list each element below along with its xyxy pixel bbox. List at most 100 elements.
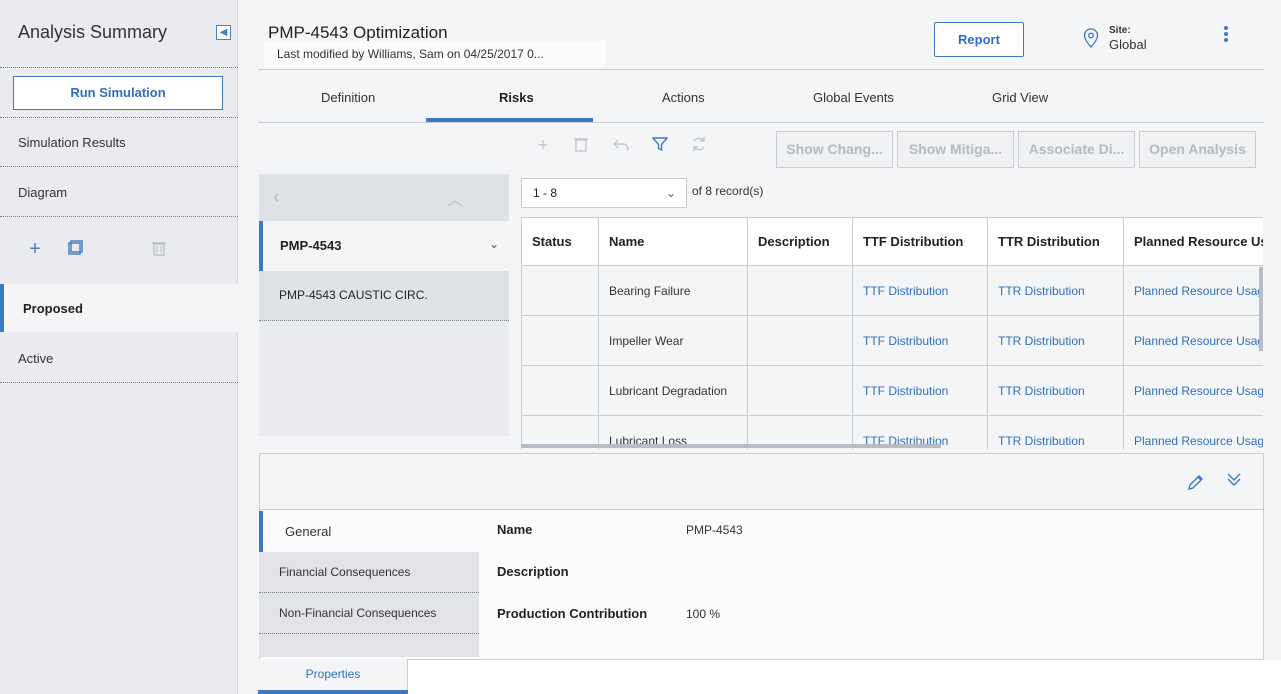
cell-description [747, 365, 853, 416]
planned-resource-link[interactable]: Planned Resource Usag [1123, 265, 1263, 316]
cell-status [521, 365, 599, 416]
filter-icon[interactable] [651, 136, 669, 154]
add-icon: + [537, 135, 549, 155]
add-icon[interactable]: + [26, 239, 44, 259]
chevron-up-icon: ︿ [447, 192, 464, 209]
cell-name: Bearing Failure [598, 265, 748, 316]
report-button[interactable]: Report [934, 22, 1024, 57]
ttf-link[interactable]: TTF Distribution [852, 315, 988, 366]
list-item-label: PMP-4543 CAUSTIC CIRC. [279, 288, 428, 302]
column-header-ttr[interactable]: TTR Distribution [987, 217, 1124, 266]
cell-status [521, 315, 599, 366]
table-row[interactable]: Lubricant Degradation TTF Distribution T… [521, 365, 1263, 416]
planned-resource-link[interactable]: Planned Resource Usag [1123, 365, 1263, 416]
section-label: Financial Consequences [279, 565, 411, 579]
ttf-link[interactable]: TTF Distribution [852, 365, 988, 416]
record-list: ‹ ︿ PMP-4543 ⌄ PMP-4543 CAUSTIC CIRC. [259, 174, 509, 436]
tab-actions[interactable]: Actions [662, 90, 705, 105]
list-nav-row: ‹ ︿ [259, 174, 509, 221]
chevron-down-icon[interactable]: ⌄ [489, 237, 499, 251]
page-range-select[interactable]: 1 - 8 ⌄ [521, 178, 687, 208]
divider [258, 69, 1264, 70]
tab-definition[interactable]: Definition [321, 90, 375, 105]
tab-grid-view[interactable]: Grid View [992, 90, 1048, 105]
details-header [259, 453, 1264, 510]
show-changes-button: Show Chang... [776, 131, 893, 168]
last-modified-text: Last modified by Williams, Sam on 04/25/… [264, 41, 605, 67]
page-title: PMP-4543 Optimization [268, 23, 448, 42]
table-row[interactable]: Bearing Failure TTF Distribution TTR Dis… [521, 265, 1263, 316]
run-simulation-button[interactable]: Run Simulation [13, 76, 223, 110]
column-header-planned-resource[interactable]: Planned Resource Usa [1123, 217, 1263, 266]
cell-description [747, 265, 853, 316]
risks-grid: Status Name Description TTF Distribution… [521, 217, 1263, 450]
cell-status [521, 265, 599, 316]
section-financial-consequences[interactable]: Financial Consequences [259, 552, 479, 593]
divider [0, 67, 238, 68]
column-header-description[interactable]: Description [747, 217, 853, 266]
more-options-icon[interactable] [1221, 26, 1231, 44]
active-tab-indicator [258, 690, 408, 694]
double-chevron-down-icon[interactable] [1226, 471, 1242, 490]
refresh-icon [690, 136, 708, 154]
sidebar-item-diagram[interactable]: Diagram [18, 185, 67, 200]
sidebar-item-simulation-results[interactable]: Simulation Results [18, 135, 126, 150]
list-item[interactable]: PMP-4543 CAUSTIC CIRC. [259, 271, 509, 321]
site-value: Global [1109, 37, 1147, 52]
divider [258, 122, 1264, 123]
of-label: of [692, 184, 703, 198]
records-label: record(s) [715, 184, 764, 198]
tab-label: Properties [305, 667, 361, 681]
cell-description [747, 315, 853, 366]
section-label: General [285, 524, 332, 539]
list-item-label: PMP-4543 [280, 238, 342, 253]
tab-properties[interactable]: Properties [258, 659, 408, 694]
ttr-link[interactable]: TTR Distribution [987, 315, 1124, 366]
planned-resource-link[interactable]: Planned Resource Usag [1123, 415, 1263, 450]
sidebar-item-proposed[interactable]: Proposed [0, 284, 238, 332]
collapse-sidebar-icon[interactable]: ◀ [216, 25, 231, 40]
trash-icon [150, 240, 168, 258]
section-label: Non-Financial Consequences [279, 606, 437, 620]
cell-name: Impeller Wear [598, 315, 748, 366]
table-header-row: Status Name Description TTF Distribution… [521, 217, 1263, 266]
section-non-financial-consequences[interactable]: Non-Financial Consequences [259, 593, 479, 634]
bottom-tab-strip [408, 660, 1281, 694]
total-count: 8 [705, 184, 713, 198]
pencil-icon[interactable] [1187, 473, 1205, 491]
tab-risks[interactable]: Risks [499, 90, 534, 105]
section-general[interactable]: General [259, 511, 479, 552]
vertical-scrollbar[interactable] [1259, 267, 1263, 351]
ttr-link[interactable]: TTR Distribution [987, 265, 1124, 316]
undo-icon [612, 136, 630, 154]
record-count: of 8 record(s) [692, 184, 763, 198]
field-label-production-contribution: Production Contribution [497, 606, 648, 621]
list-item-selected[interactable]: PMP-4543 ⌄ [259, 221, 509, 271]
open-analysis-button: Open Analysis [1139, 131, 1256, 168]
sidebar-item-active[interactable]: Active [18, 351, 53, 366]
column-header-status[interactable]: Status [521, 217, 599, 266]
planned-resource-link[interactable]: Planned Resource Usag [1123, 315, 1263, 366]
sidebar-item-label: Proposed [23, 301, 83, 316]
ttr-link[interactable]: TTR Distribution [987, 365, 1124, 416]
divider [0, 382, 238, 383]
show-mitigated-button: Show Mitiga... [897, 131, 1014, 168]
table-row[interactable]: Impeller Wear TTF Distribution TTR Distr… [521, 315, 1263, 366]
location-pin-icon [1083, 28, 1099, 48]
analysis-summary-sidebar: Analysis Summary ◀ Run Simulation Simula… [0, 0, 238, 694]
tab-global-events[interactable]: Global Events [813, 90, 894, 105]
ttr-link[interactable]: TTR Distribution [987, 415, 1124, 450]
column-header-ttf[interactable]: TTF Distribution [852, 217, 988, 266]
field-label-name: Name [497, 522, 533, 537]
site-label: Site: [1109, 25, 1131, 36]
column-header-name[interactable]: Name [598, 217, 748, 266]
ttf-link[interactable]: TTF Distribution [852, 265, 988, 316]
horizontal-scrollbar[interactable] [521, 444, 941, 448]
chevron-down-icon: ⌄ [665, 186, 676, 200]
sidebar-title: Analysis Summary [18, 22, 168, 42]
trash-icon [572, 136, 590, 154]
chevron-left-icon: ‹ [273, 186, 280, 208]
divider [0, 117, 238, 118]
field-value-production-contribution: 100 % [686, 607, 721, 621]
copy-icon[interactable] [66, 240, 84, 258]
